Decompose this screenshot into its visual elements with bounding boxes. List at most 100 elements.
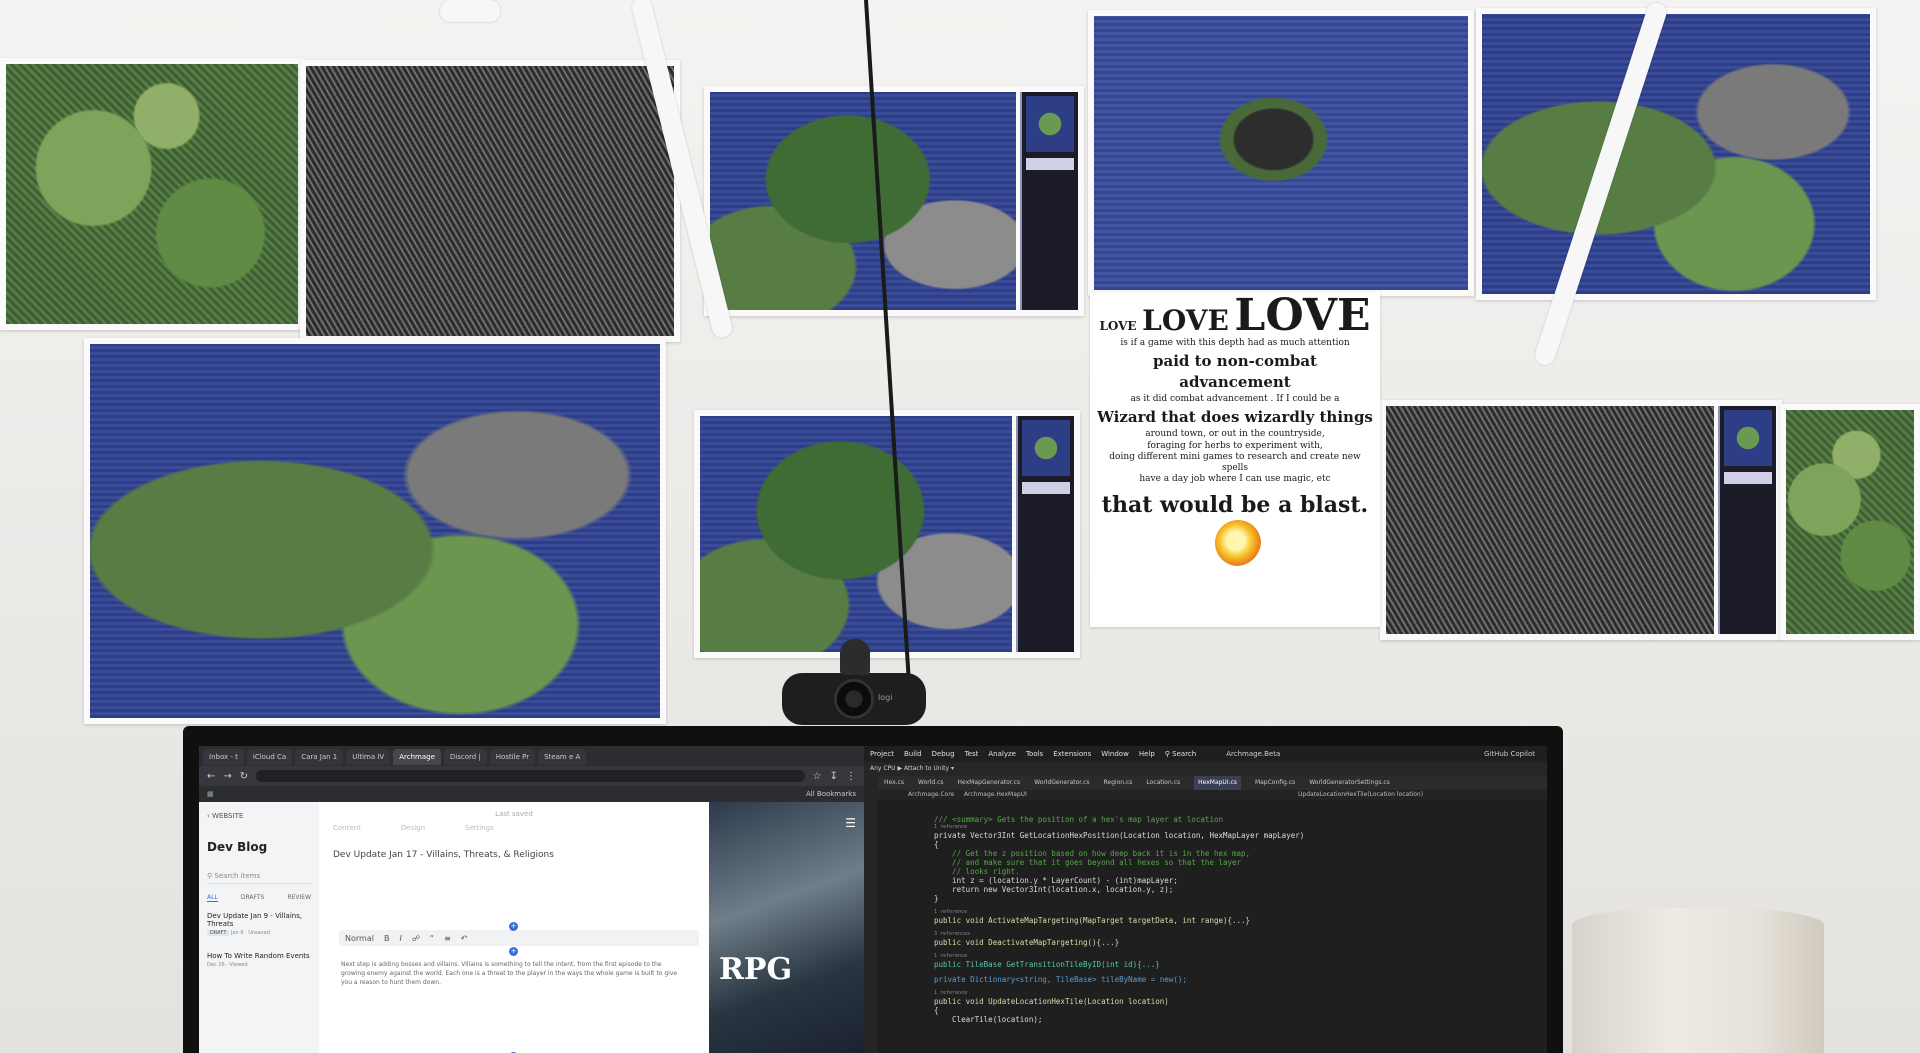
ide-toolbar[interactable]: Any CPU ▶ Attach to Unity ▾	[864, 762, 1547, 776]
map-print-game-screen-2	[694, 410, 1080, 658]
menu-debug[interactable]: Debug	[932, 746, 955, 762]
map-print-continent	[84, 338, 666, 724]
menu-dots-icon[interactable]: ⋮	[846, 771, 856, 782]
code-lens[interactable]: 1 reference	[934, 824, 1537, 831]
menu-help[interactable]: Help	[1139, 746, 1155, 762]
copilot-button[interactable]: GitHub Copilot	[1484, 746, 1535, 762]
menu-window[interactable]: Window	[1101, 746, 1129, 762]
poster-line: that would be a blast.	[1101, 491, 1369, 518]
file-tab[interactable]: MapConfig.cs	[1255, 776, 1295, 790]
ide-file-tabs: Hex.cs World.cs HexMapGenerator.cs World…	[878, 776, 1547, 790]
post-list-item[interactable]: Dev Update Jan 9 - Villains, Threats DRA…	[207, 912, 311, 936]
file-tab[interactable]: WorldGenerator.cs	[1034, 776, 1089, 790]
ide-navigation-bar: Archmage.Core Archmage.HexMapUI UpdateLo…	[878, 790, 1547, 800]
italic-icon[interactable]: I	[399, 934, 401, 943]
bold-icon[interactable]: B	[384, 934, 390, 943]
address-bar[interactable]	[256, 770, 805, 782]
code-line: // Get the z position based on how deep …	[934, 849, 1251, 858]
lamp-shade	[1572, 908, 1824, 1053]
map-terrain	[700, 416, 1012, 652]
file-tab[interactable]: World.cs	[918, 776, 944, 790]
file-tab[interactable]: Location.cs	[1146, 776, 1180, 790]
file-tab[interactable]: Region.cs	[1104, 776, 1133, 790]
menu-analyze[interactable]: Analyze	[988, 746, 1016, 762]
map-print-forest-coast	[1476, 8, 1876, 300]
browser-tab[interactable]: Ultima IV	[346, 749, 391, 765]
nav-class[interactable]: Archmage.HexMapUI	[964, 791, 1027, 798]
download-icon[interactable]: ↧	[830, 771, 838, 782]
add-block-icon[interactable]: +	[509, 947, 518, 956]
ide-search-label: Search	[1172, 750, 1197, 758]
file-tab[interactable]: Hex.cs	[884, 776, 904, 790]
post-title: Dev Update Jan 9 - Villains, Threats	[207, 912, 303, 928]
browser-tab[interactable]: Inbox - t	[203, 749, 244, 765]
menu-build[interactable]: Build	[904, 746, 922, 762]
browser-tab[interactable]: Discord |	[443, 749, 487, 765]
post-date: Jan 9 · Unsaved	[230, 930, 270, 936]
browser-tab-active[interactable]: Archmage	[393, 749, 441, 765]
browser-tab[interactable]: Hostile Pr	[489, 749, 536, 765]
monitor-screen: Inbox - t iCloud Ca Cara Jan 1 Ultima IV…	[199, 746, 1547, 1053]
editor-tab-settings[interactable]: Settings	[465, 824, 494, 832]
code-editor[interactable]: /// <summary> Gets the position of a hex…	[934, 806, 1537, 1053]
map-print-game-screen-3	[1380, 400, 1782, 640]
map-terrain	[6, 64, 298, 324]
map-print-island	[1088, 10, 1474, 296]
menu-extensions[interactable]: Extensions	[1053, 746, 1091, 762]
menu-project[interactable]: Project	[870, 746, 894, 762]
browser-tab[interactable]: Steam e A	[538, 749, 587, 765]
back-arrow-icon[interactable]: ←	[207, 771, 215, 782]
browser-tab[interactable]: Cara Jan 1	[295, 749, 344, 765]
file-tab[interactable]: HexMapGenerator.cs	[958, 776, 1021, 790]
all-bookmarks-link[interactable]: All Bookmarks	[806, 790, 856, 798]
hamburger-menu-icon[interactable]: ☰	[845, 816, 856, 830]
nav-member[interactable]: UpdateLocationHexTile(Location location)	[1298, 790, 1423, 800]
mount-bracket	[440, 0, 500, 22]
hud-bar	[1022, 482, 1070, 494]
code-lens[interactable]: 1 reference	[934, 909, 1537, 916]
undo-icon[interactable]: ↶	[461, 934, 468, 943]
editor-tab-design[interactable]: Design	[401, 824, 425, 832]
bookmarks-apps-icon[interactable]: ▦	[207, 786, 214, 802]
filter-review[interactable]: REVIEW	[287, 894, 311, 902]
file-tab-active[interactable]: HexMapUI.cs	[1194, 776, 1241, 790]
reload-icon[interactable]: ↻	[240, 771, 248, 782]
list-icon[interactable]: ≡	[444, 934, 451, 943]
poster-line: Wizard that does wizardly things	[1097, 408, 1373, 426]
quote-icon[interactable]: “	[430, 934, 434, 943]
post-list-item[interactable]: How To Write Random Events Dec 26 · View…	[207, 952, 311, 968]
code-lens[interactable]: 3 references	[934, 931, 1537, 938]
poster-line: have a day job where I can use magic, et…	[1139, 474, 1331, 485]
file-tab[interactable]: WorldGeneratorSettings.cs	[1309, 776, 1390, 790]
add-block-icon[interactable]: +	[509, 922, 518, 931]
game-side-panel	[1020, 92, 1078, 310]
back-to-website-link[interactable]: ‹ WEBSITE	[207, 812, 311, 820]
post-title-field[interactable]: Dev Update Jan 17 - Villains, Threats, &…	[333, 850, 695, 860]
poster-line: doing different mini games to research a…	[1109, 451, 1361, 473]
map-print-edge	[1780, 404, 1920, 640]
forward-arrow-icon[interactable]: →	[223, 771, 231, 782]
code-lens[interactable]: 1 reference	[934, 953, 1537, 960]
post-body[interactable]: Next step is adding bosses and villains.…	[341, 960, 681, 987]
code-lens[interactable]: 1 reference	[934, 990, 1537, 997]
filter-drafts[interactable]: DRAFTS	[241, 894, 264, 902]
star-icon[interactable]: ☆	[813, 771, 822, 782]
editor-tab-content[interactable]: Content	[333, 824, 361, 832]
search-input[interactable]: ⚲ Search items	[207, 872, 311, 884]
ide-search[interactable]: ⚲ Search	[1165, 746, 1196, 762]
save-status: Last saved	[495, 810, 533, 818]
browser-tab[interactable]: iCloud Ca	[246, 749, 293, 765]
nav-project[interactable]: Archmage.Core	[908, 791, 954, 798]
menu-tools[interactable]: Tools	[1026, 746, 1043, 762]
map-print-game-screen-1	[704, 86, 1084, 316]
menu-test[interactable]: Test	[965, 746, 979, 762]
map-print-mountains	[300, 60, 680, 342]
link-icon[interactable]: ☍	[412, 934, 420, 943]
webcam-brand: logi	[878, 693, 893, 702]
browser-window: Inbox - t iCloud Ca Cara Jan 1 Ultima IV…	[199, 746, 864, 1053]
minimap	[1724, 410, 1772, 466]
text-style-select[interactable]: Normal	[345, 934, 374, 943]
editor-tabs: Content Design Settings	[333, 824, 695, 832]
filter-all[interactable]: ALL	[207, 894, 218, 902]
code-line: return new Vector3Int(location.x, locati…	[934, 885, 1174, 894]
